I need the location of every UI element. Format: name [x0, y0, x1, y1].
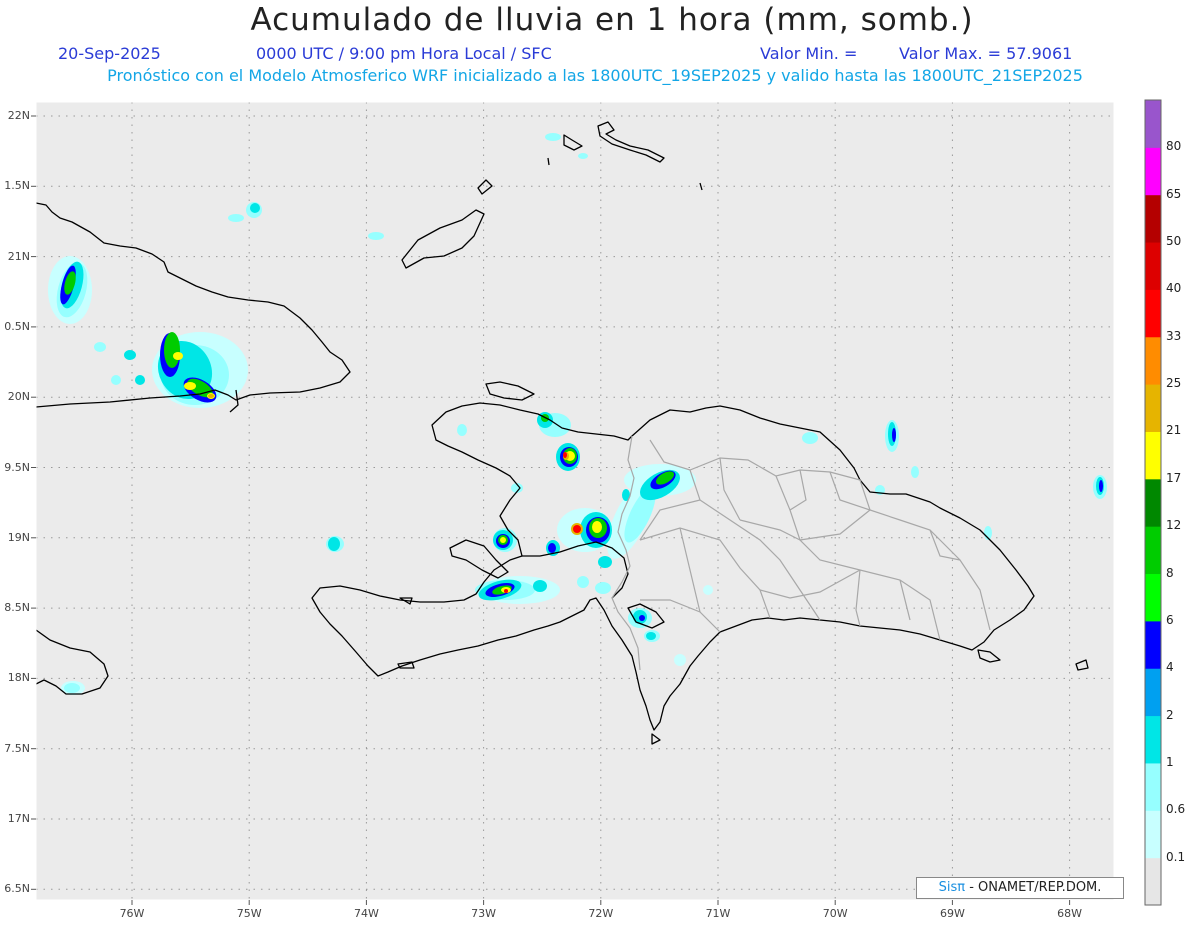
- lat-label: 0.5N: [4, 319, 30, 333]
- colorbar-swatch: [1145, 194, 1161, 243]
- colorbar-swatch: [1145, 857, 1161, 906]
- lon-label: 75W: [236, 907, 262, 920]
- colorbar-label: 8: [1166, 565, 1174, 580]
- colorbar-label: 21: [1166, 423, 1182, 438]
- colorbar-label: 25: [1166, 376, 1182, 391]
- lon-label: 69W: [939, 907, 965, 920]
- colorbar-label: 33: [1166, 328, 1182, 343]
- colorbar-swatch: [1145, 478, 1161, 527]
- colorbar-label: 40: [1166, 281, 1182, 296]
- colorbar-label: 4: [1166, 660, 1174, 675]
- lat-label: 7.5N: [4, 741, 30, 755]
- lon-label: 68W: [1057, 907, 1083, 920]
- lon-label: 70W: [822, 907, 848, 920]
- colorbar-swatch: [1145, 810, 1161, 859]
- colorbar-label: 0.6: [1166, 802, 1186, 817]
- colorbar-swatch: [1145, 242, 1161, 290]
- colorbar-swatch: [1145, 336, 1161, 385]
- lat-label: 21N: [7, 249, 30, 263]
- colorbar-swatch: [1145, 384, 1161, 432]
- colorbar-label: 50: [1166, 234, 1182, 249]
- colorbar-swatch: [1145, 147, 1161, 196]
- colorbar-swatch: [1145, 289, 1161, 338]
- colorbar-label: 12: [1166, 518, 1182, 533]
- lat-label: 19N: [7, 530, 30, 544]
- colorbar-swatch: [1145, 526, 1161, 575]
- colorbar-label: 65: [1166, 186, 1182, 201]
- credit-box: Sisπ - ONAMET/REP.DOM.: [916, 877, 1124, 899]
- map-canvas: [31, 99, 1162, 906]
- colorbar-swatch: [1145, 431, 1161, 480]
- colorbar-swatch: [1145, 668, 1161, 717]
- lat-label: 1.5N: [4, 179, 30, 193]
- colorbar-label: 2: [1166, 707, 1174, 722]
- lat-label: 8.5N: [4, 601, 30, 615]
- colorbar-swatch: [1145, 100, 1161, 148]
- colorbar-label: 17: [1166, 470, 1182, 485]
- colorbar-swatch: [1145, 715, 1161, 764]
- colorbar-swatch: [1145, 762, 1161, 811]
- colorbar-label: 6: [1166, 612, 1174, 627]
- lon-label: 72W: [588, 907, 614, 920]
- lon-label: 73W: [471, 907, 497, 920]
- credit-text: - ONAMET/REP.DOM.: [965, 880, 1102, 895]
- brand-logo-text: Sisπ: [938, 880, 966, 895]
- colorbar-label: 0.1: [1166, 849, 1186, 864]
- lat-label: 22N: [7, 109, 30, 122]
- lon-label: 71W: [705, 907, 731, 920]
- lat-label: 6.5N: [4, 882, 30, 896]
- lat-label: 17N: [7, 812, 30, 825]
- colorbar-label: 1: [1166, 754, 1174, 769]
- lat-label: 18N: [7, 671, 30, 685]
- colorbar-swatch: [1145, 573, 1161, 622]
- colorbar-swatch: [1145, 620, 1161, 669]
- lon-label: 74W: [353, 907, 379, 920]
- lon-label: 76W: [119, 907, 145, 920]
- colorbar: [1144, 99, 1162, 906]
- colorbar-label: 80: [1166, 139, 1182, 154]
- lat-label: 20N: [7, 390, 30, 404]
- lat-label: 9.5N: [4, 460, 30, 474]
